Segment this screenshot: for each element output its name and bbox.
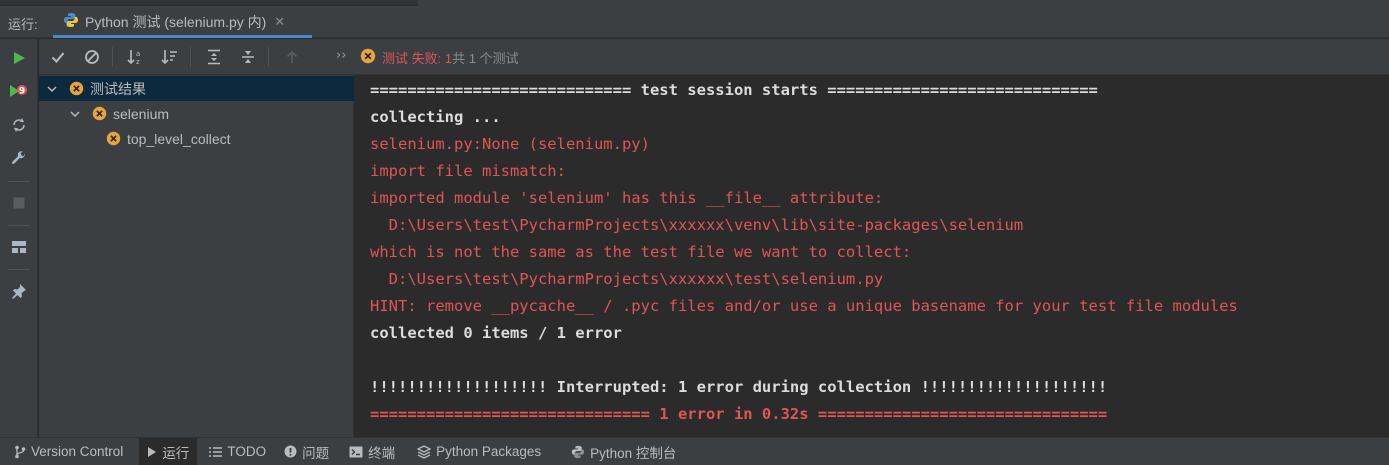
console-line: HINT: remove __pycache__ / .pyc files an… (370, 297, 1238, 315)
fail-icon (360, 48, 376, 68)
tree-item-label: top_level_collect (127, 130, 231, 147)
run-side-toolbar: 9 (0, 39, 38, 437)
play-icon (147, 446, 157, 458)
failed-count: 测试 失败: 1 (382, 51, 453, 66)
console-line: collected 0 items / 1 error (370, 324, 622, 342)
svg-text:9: 9 (19, 87, 25, 97)
run-config-title: Python 测试 (selenium.py 内) (85, 14, 267, 30)
run-config-tab[interactable]: Python 测试 (selenium.py 内) ✕ (53, 6, 312, 38)
tab-label: Python Packages (436, 444, 542, 459)
terminal-icon (349, 446, 363, 458)
tab-label: TODO (227, 444, 267, 459)
python-icon (63, 12, 79, 32)
toolbar-divider (8, 269, 30, 270)
fail-icon (69, 81, 84, 96)
console-line: D:\Users\test\PycharmProjects\xxxxxx\tes… (370, 270, 884, 288)
list-icon (209, 446, 223, 458)
tab-label: 终端 (368, 445, 396, 461)
chevron-down-icon[interactable] (68, 109, 82, 119)
tree-item-label: 测试结果 (90, 80, 146, 97)
tree-item-selenium[interactable]: selenium (39, 101, 354, 126)
svg-text:a: a (136, 50, 140, 58)
tab-label: 运行 (162, 445, 190, 461)
tree-item-root[interactable]: 测试结果 (39, 76, 354, 101)
tree-item-label: selenium (113, 105, 170, 122)
fail-icon (92, 106, 107, 121)
console-line: import file mismatch: (370, 162, 566, 180)
tab-version-control[interactable]: Version Control (6, 438, 131, 465)
tool-window-bar: Version Control 运行 TODO 问题 终端 Python Pac… (0, 437, 1389, 465)
chevron-down-icon[interactable] (45, 84, 59, 94)
packages-icon (417, 444, 432, 459)
toolbar-divider (190, 47, 191, 67)
toolbar-divider (8, 181, 30, 182)
sort-alphabetically-icon[interactable]: az (124, 45, 148, 69)
console-line: imported module 'selenium' has this __fi… (370, 189, 884, 207)
total-count: 共 1 个测试 (452, 51, 519, 66)
tab-terminal[interactable]: 终端 (341, 438, 403, 465)
show-ignored-icon[interactable] (80, 45, 104, 69)
console-line: which is not the same as the test file w… (370, 243, 912, 261)
layout-icon[interactable] (7, 235, 31, 259)
fail-icon (106, 131, 121, 146)
stop-icon[interactable] (7, 191, 31, 215)
console-line: selenium.py:None (selenium.py) (370, 135, 650, 153)
test-status-bar: ›› 测试 失败: 1共 1 个测试 (336, 39, 1389, 75)
console-line: ============================== 1 error i… (370, 405, 1108, 423)
console-line: D:\Users\test\PycharmProjects\xxxxxx\ven… (370, 216, 1024, 234)
expand-all-icon[interactable] (202, 45, 226, 69)
tab-label: Version Control (31, 444, 124, 459)
chevron-right-icon[interactable]: ›› (336, 48, 346, 63)
tab-python-packages[interactable]: Python Packages (409, 438, 549, 465)
python-icon (571, 445, 585, 459)
toggle-auto-test-icon[interactable] (7, 113, 31, 137)
tab-todo[interactable]: TODO (201, 438, 274, 465)
run-label: 运行: (8, 17, 38, 32)
svg-text:z: z (136, 58, 140, 65)
console-line: !!!!!!!!!!!!!!!!!!! Interrupted: 1 error… (370, 378, 1108, 396)
collapse-all-icon[interactable] (236, 45, 260, 69)
console-output[interactable]: ============================ test sessio… (355, 75, 1389, 437)
close-icon[interactable]: ✕ (274, 15, 285, 30)
toolbar-divider (8, 225, 30, 226)
pin-icon[interactable] (7, 279, 31, 303)
run-toolwindow-header: 运行: Python 测试 (selenium.py 内) ✕ (0, 6, 1389, 38)
show-passed-icon[interactable] (46, 45, 70, 69)
sort-by-duration-icon[interactable] (158, 45, 182, 69)
toolbar-divider (268, 47, 269, 67)
tab-run[interactable]: 运行 (139, 437, 198, 465)
test-results-tree: 测试结果 selenium top_level_collect (39, 75, 354, 437)
rerun-icon[interactable] (7, 46, 31, 70)
console-line: ============================ test sessio… (370, 81, 1098, 99)
toolbar-divider (112, 47, 113, 67)
warning-icon (284, 445, 297, 458)
console-line: collecting ... (370, 108, 501, 126)
tab-python-console[interactable]: Python 控制台 (563, 438, 684, 465)
tree-item-top-level-collect[interactable]: top_level_collect (39, 126, 354, 151)
previous-failed-icon[interactable] (280, 45, 304, 69)
tab-label: 问题 (302, 445, 330, 461)
status-text: 测试 失败: 1共 1 个测试 (382, 48, 519, 67)
branch-icon (14, 445, 26, 459)
tab-label: Python 控制台 (590, 445, 677, 461)
wrench-icon[interactable] (7, 147, 31, 171)
rerun-failed-icon[interactable]: 9 (7, 79, 31, 103)
test-runner-toolbar: az (39, 39, 354, 75)
tab-problems[interactable]: 问题 (276, 438, 337, 465)
